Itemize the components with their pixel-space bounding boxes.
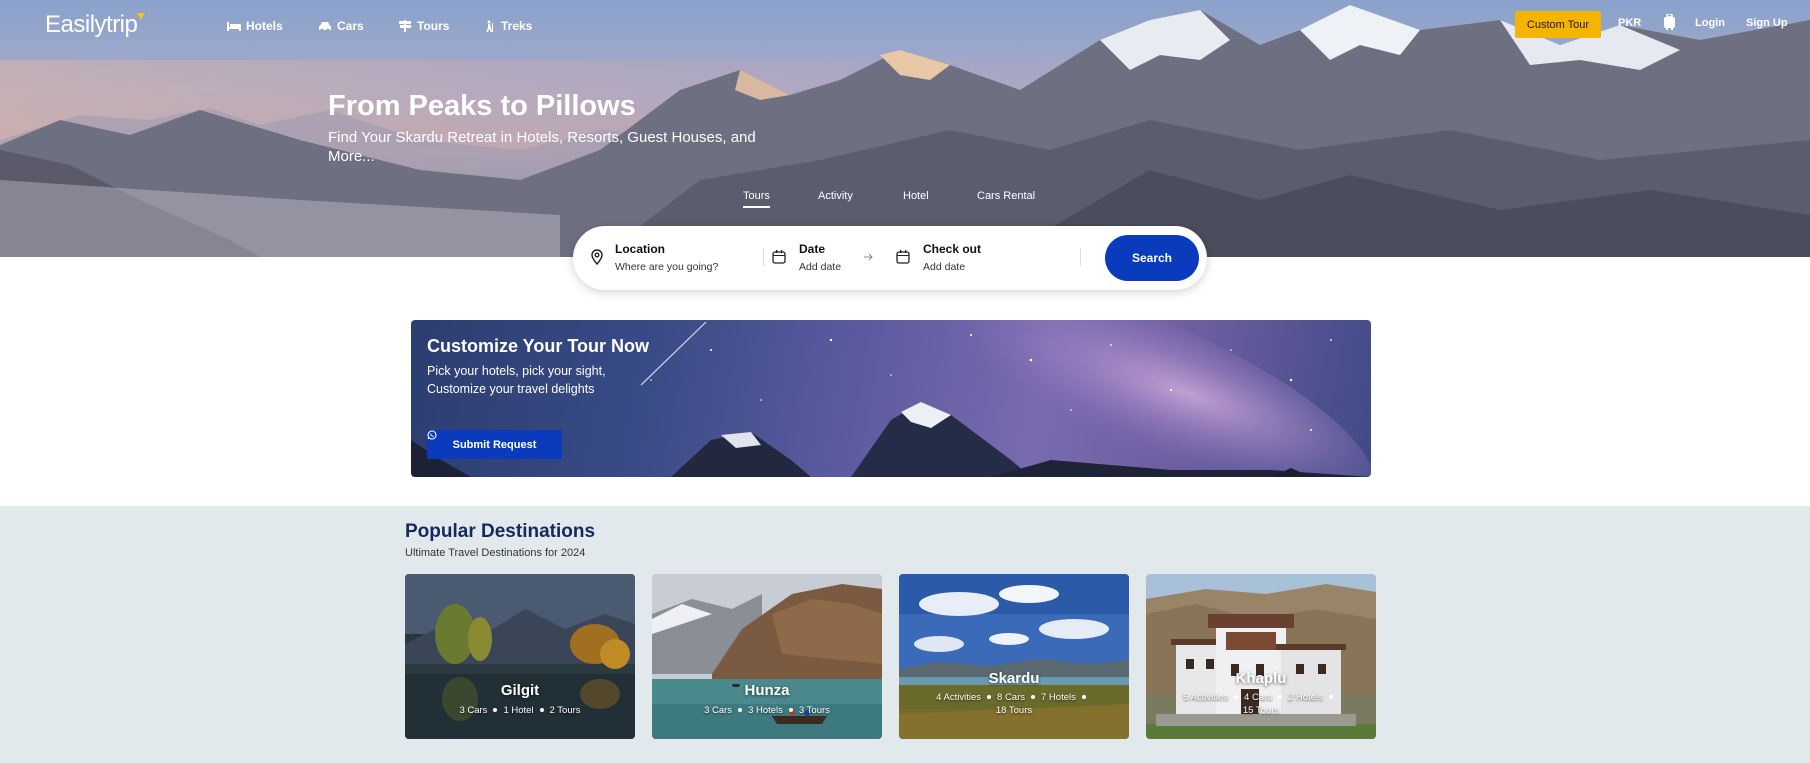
card-title: Khaplu (1235, 670, 1287, 687)
meta-item: 1 Hotel (503, 705, 534, 716)
tab-tours-label: Tours (743, 190, 770, 202)
tab-cars-rental-label: Cars Rental (977, 190, 1036, 202)
nav-tours-label: Tours (417, 19, 450, 33)
date-value: Add date (799, 261, 842, 273)
hiker-icon (486, 20, 493, 32)
calendar-checkout-icon (896, 250, 910, 264)
search-bar: Location Where are you going? Date Add d… (573, 226, 1207, 290)
currency-selector[interactable]: PKR (1618, 17, 1641, 29)
car-icon (319, 22, 331, 32)
section-title: Popular Destinations (405, 521, 596, 542)
card-meta: 3 Cars 3 Hotels 3 Tours (652, 704, 882, 717)
luggage-icon[interactable] (1663, 14, 1676, 30)
meta-item: 3 Tours (798, 705, 830, 716)
location-input[interactable]: Where are you going? (615, 261, 718, 273)
date-field[interactable]: Date Add date (799, 242, 841, 273)
whatsapp-icon (427, 430, 437, 440)
meta-item: 2 Hotels (1288, 692, 1323, 703)
nav-cars[interactable]: Cars (318, 19, 364, 33)
meta-item: 5 Activities (1183, 692, 1229, 703)
meta-item: 4 Activities (936, 692, 982, 703)
meta-item: 4 Cars (1244, 692, 1272, 703)
login-link[interactable]: Login (1695, 17, 1725, 29)
hero-subtitle: Find Your Skardu Retreat in Hotels, Reso… (328, 129, 756, 165)
meta-item: 2 Tours (549, 705, 581, 716)
meta-item: 15 Tours (1242, 705, 1280, 716)
nav-hotels-label: Hotels (246, 19, 283, 33)
nav-tours[interactable]: Tours (398, 19, 449, 33)
card-title: Gilgit (500, 682, 540, 699)
custom-tour-button[interactable]: Custom Tour (1515, 11, 1601, 38)
card-title: Skardu (988, 670, 1040, 687)
hero-title: From Peaks to Pillows (328, 90, 636, 122)
checkout-value: Add date (923, 261, 966, 273)
nav-cars-label: Cars (337, 19, 364, 33)
nav-treks-label: Treks (501, 19, 533, 33)
nav-hotels[interactable]: Hotels (227, 19, 283, 33)
card-title: Hunza (744, 682, 790, 699)
card-meta: 3 Cars 1 Hotel 2 Tours (405, 704, 635, 717)
nav-treks[interactable]: Treks (482, 19, 532, 33)
banner-title: Customize Your Tour Now (427, 336, 650, 356)
destination-card-gilgit[interactable]: Gilgit 3 Cars 1 Hotel 2 Tours (405, 574, 635, 739)
tab-activity-label: Activity (818, 190, 853, 202)
search-divider (1080, 248, 1081, 266)
location-pin-icon (591, 249, 603, 265)
meta-item: 18 Tours (995, 705, 1033, 716)
search-button[interactable]: Search (1105, 235, 1199, 281)
tab-hotel[interactable]: Hotel (903, 190, 929, 202)
signpost-icon (399, 20, 411, 32)
location-field[interactable]: Location Where are you going? (615, 242, 718, 273)
checkout-label: Check out (923, 242, 982, 256)
top-nav: Easilytrip Hotels Cars Tours Treks Custo… (0, 0, 1810, 50)
submit-request-button[interactable]: Submit Request (427, 430, 562, 459)
meta-item: 3 Hotels (748, 705, 783, 716)
search-divider (763, 248, 764, 266)
logo[interactable]: Easilytrip (45, 11, 146, 39)
section-subtitle: Ultimate Travel Destinations for 2024 (405, 547, 586, 559)
destination-card-skardu[interactable]: Skardu 4 Activities 8 Cars 7 Hotels 18 Tour… (899, 574, 1129, 739)
meta-item: 3 Cars (459, 705, 488, 716)
destination-card-khaplu[interactable]: Khaplu 5 Activities 4 Cars 2 Hotels 15 Tour… (1146, 574, 1376, 739)
card-meta: 5 Activities 4 Cars 2 Hotels 15 Tours (1146, 691, 1376, 717)
meta-item: 8 Cars (997, 692, 1025, 703)
tab-tours[interactable]: Tours (743, 190, 770, 208)
destination-card-hunza[interactable]: Hunza 3 Cars 3 Hotels 3 Tours (652, 574, 882, 739)
bed-icon (227, 22, 241, 31)
card-meta: 4 Activities 8 Cars 7 Hotels 18 Tours (899, 691, 1129, 717)
submit-request-label: Submit Request (452, 438, 537, 451)
arrow-right-icon (864, 253, 873, 261)
date-label: Date (799, 242, 826, 256)
signup-link[interactable]: Sign Up (1746, 17, 1788, 29)
hero-section: Easilytrip Hotels Cars Tours Treks Custo… (0, 0, 1810, 257)
tab-activity[interactable]: Activity (818, 190, 853, 202)
tab-hotel-label: Hotel (903, 190, 929, 202)
calendar-icon (772, 250, 786, 264)
meta-item: 3 Cars (704, 705, 733, 716)
customize-tour-banner: Customize Your Tour Now Pick your hotels… (411, 320, 1371, 477)
tab-cars-rental[interactable]: Cars Rental (977, 190, 1035, 202)
meta-item: 7 Hotels (1041, 692, 1076, 703)
banner-text: Pick your hotels, pick your sight, Custo… (427, 364, 606, 396)
location-label: Location (615, 242, 665, 256)
popular-destinations-section: Popular Destinations Ultimate Travel Des… (0, 506, 1810, 763)
checkout-field[interactable]: Check out Add date (923, 242, 981, 273)
